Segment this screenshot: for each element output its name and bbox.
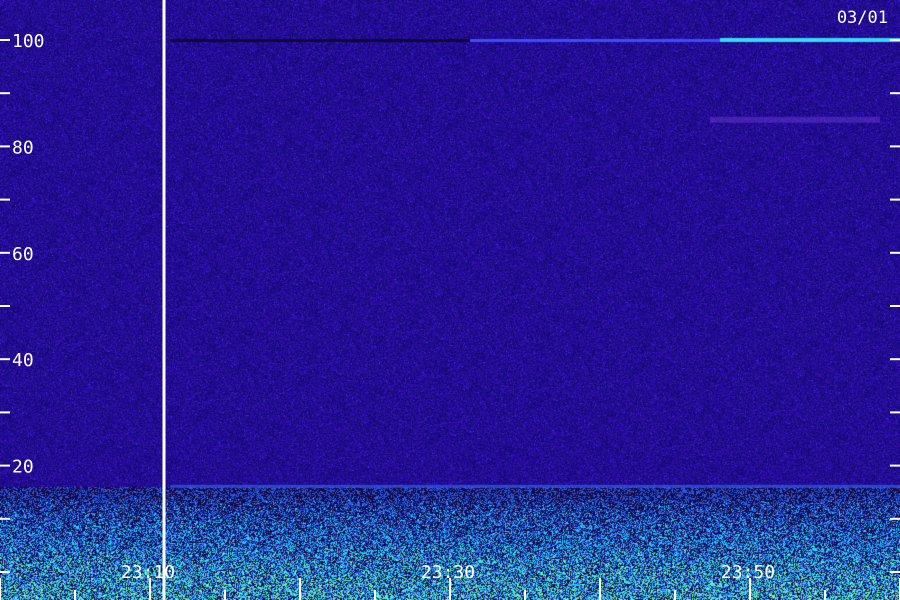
spectrogram-chart: 20 40 60 80 100 23:10 23:30 23:50 03/01 <box>0 0 900 600</box>
x-tick-label: 23:50 <box>721 562 775 583</box>
chart-overlay: 20 40 60 80 100 23:10 23:30 23:50 03/01 <box>0 0 900 600</box>
y-tick-label: 20 <box>12 457 34 478</box>
x-axis-ticks: 23:10 23:30 23:50 <box>0 562 900 600</box>
y-axis-ticks: 20 40 60 80 100 <box>0 31 900 573</box>
y-tick-label: 80 <box>12 137 34 158</box>
x-tick-label: 23:10 <box>121 562 175 583</box>
x-tick-label: 23:30 <box>421 562 475 583</box>
date-label: 03/01 <box>837 8 888 28</box>
y-tick-label: 40 <box>12 350 34 371</box>
y-tick-label: 60 <box>12 244 34 265</box>
y-tick-label: 100 <box>12 31 45 52</box>
